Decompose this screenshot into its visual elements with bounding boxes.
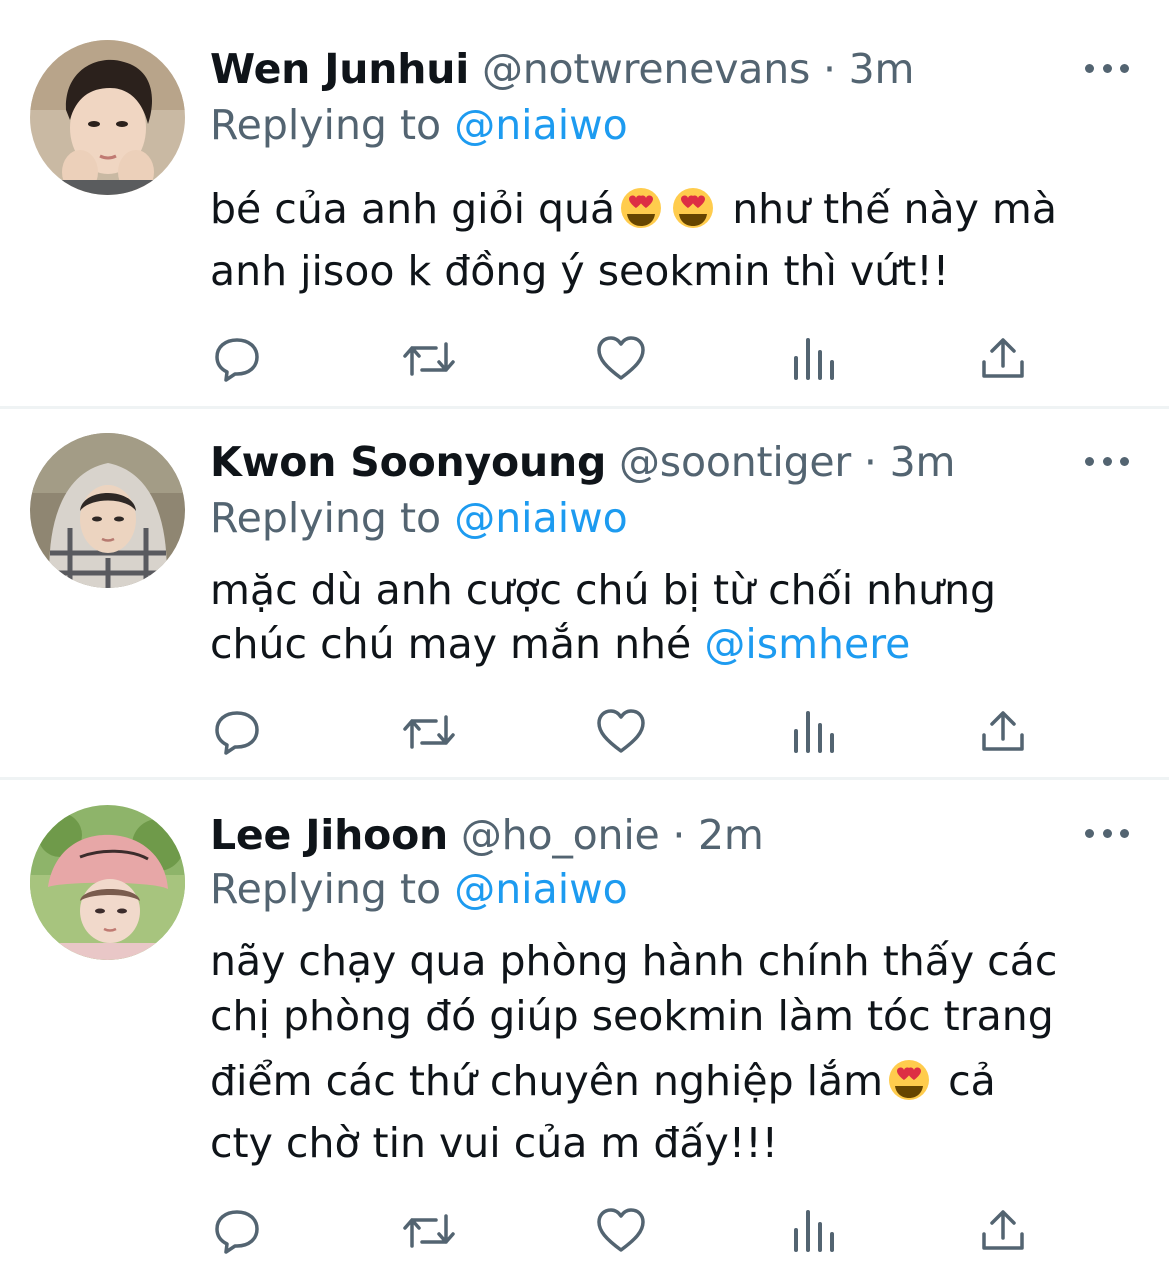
more-icon[interactable] (1085, 451, 1129, 471)
replying-label: Replying to (210, 101, 455, 149)
analytics-icon[interactable] (790, 707, 840, 757)
avatar-image (30, 805, 185, 960)
heart-icon[interactable] (596, 334, 646, 384)
heart-icon[interactable] (596, 1206, 646, 1256)
replying-mention[interactable]: @niaiwo (454, 494, 628, 542)
tweet-header: Kwon Soonyoung @soontiger · 3m (210, 437, 955, 487)
avatar-image (30, 433, 185, 588)
more-icon[interactable] (1085, 58, 1129, 78)
share-icon[interactable] (978, 334, 1028, 384)
tweet-text-line: nãy chạy qua phòng hành chính thấy các (210, 937, 1058, 985)
retweet-icon[interactable] (402, 1206, 455, 1256)
tweet-mention[interactable]: @ismhere (704, 620, 910, 668)
handle-and-time[interactable]: @ho_onie · 2m (448, 811, 764, 859)
avatar[interactable] (30, 40, 185, 195)
tweet-text: bé của anh giỏi quá (210, 185, 616, 233)
replying-mention[interactable]: @niaiwo (454, 865, 628, 913)
reply-icon[interactable] (212, 1206, 262, 1256)
heart-eyes-emoji-icon (889, 1060, 930, 1100)
replying-to: Replying to @niaiwo (210, 100, 628, 150)
tweet-text-line: chị phòng đó giúp seokmin làm tóc trang (210, 992, 1054, 1040)
reply-icon[interactable] (212, 707, 262, 757)
replying-to: Replying to @niaiwo (210, 864, 628, 914)
tweet-header: Wen Junhui @notwrenevans · 3m (210, 44, 914, 94)
tweet-text-line: bé của anh giỏi quá như thế này mà (210, 184, 1057, 234)
more-icon[interactable] (1085, 823, 1129, 843)
tweet-text: điểm các thứ chuyên nghiệp lắm (210, 1057, 884, 1105)
tweet-text-line: điểm các thứ chuyên nghiệp lắm cả (210, 1056, 996, 1106)
display-name[interactable]: Kwon Soonyoung (210, 438, 606, 486)
display-name[interactable]: Wen Junhui (210, 45, 469, 93)
tweet-text: như thế này mà (719, 185, 1057, 233)
retweet-icon[interactable] (402, 707, 455, 757)
avatar[interactable] (30, 433, 185, 588)
avatar-image (30, 40, 185, 195)
replying-to: Replying to @niaiwo (210, 493, 628, 543)
tweet-text: chúc chú may mắn nhé (210, 620, 705, 668)
avatar[interactable] (30, 805, 185, 960)
tweet-1[interactable]: Wen Junhui @notwrenevans · 3m Replying t… (0, 0, 1169, 408)
tweet-text-line: anh jisoo k đồng ý seokmin thì vứt!! (210, 247, 950, 295)
tweet-text-line: chúc chú may mắn nhé @ismhere (210, 619, 910, 669)
analytics-icon[interactable] (790, 334, 840, 384)
heart-icon[interactable] (596, 707, 646, 757)
share-icon[interactable] (978, 707, 1028, 757)
tweet-2[interactable]: Kwon Soonyoung @soontiger · 3m Replying … (0, 409, 1169, 777)
tweet-header: Lee Jihoon @ho_onie · 2m (210, 810, 764, 860)
handle-and-time[interactable]: @soontiger · 3m (606, 438, 955, 486)
replying-label: Replying to (210, 494, 455, 542)
replying-mention[interactable]: @niaiwo (454, 101, 628, 149)
handle-and-time[interactable]: @notwrenevans · 3m (469, 45, 915, 93)
retweet-icon[interactable] (402, 334, 455, 384)
tweet-text: cả (935, 1057, 996, 1105)
analytics-icon[interactable] (790, 1206, 840, 1256)
replying-label: Replying to (210, 865, 455, 913)
tweet-3[interactable]: Lee Jihoon @ho_onie · 2m Replying to @ni… (0, 780, 1169, 1278)
display-name[interactable]: Lee Jihoon (210, 811, 448, 859)
heart-eyes-emoji-icon (673, 188, 714, 228)
heart-eyes-emoji-icon (621, 188, 662, 228)
share-icon[interactable] (978, 1206, 1028, 1256)
tweet-text-line: cty chờ tin vui của m đấy!!! (210, 1119, 779, 1167)
reply-icon[interactable] (212, 334, 262, 384)
tweet-text-line: mặc dù anh cược chú bị từ chối nhưng (210, 566, 997, 614)
